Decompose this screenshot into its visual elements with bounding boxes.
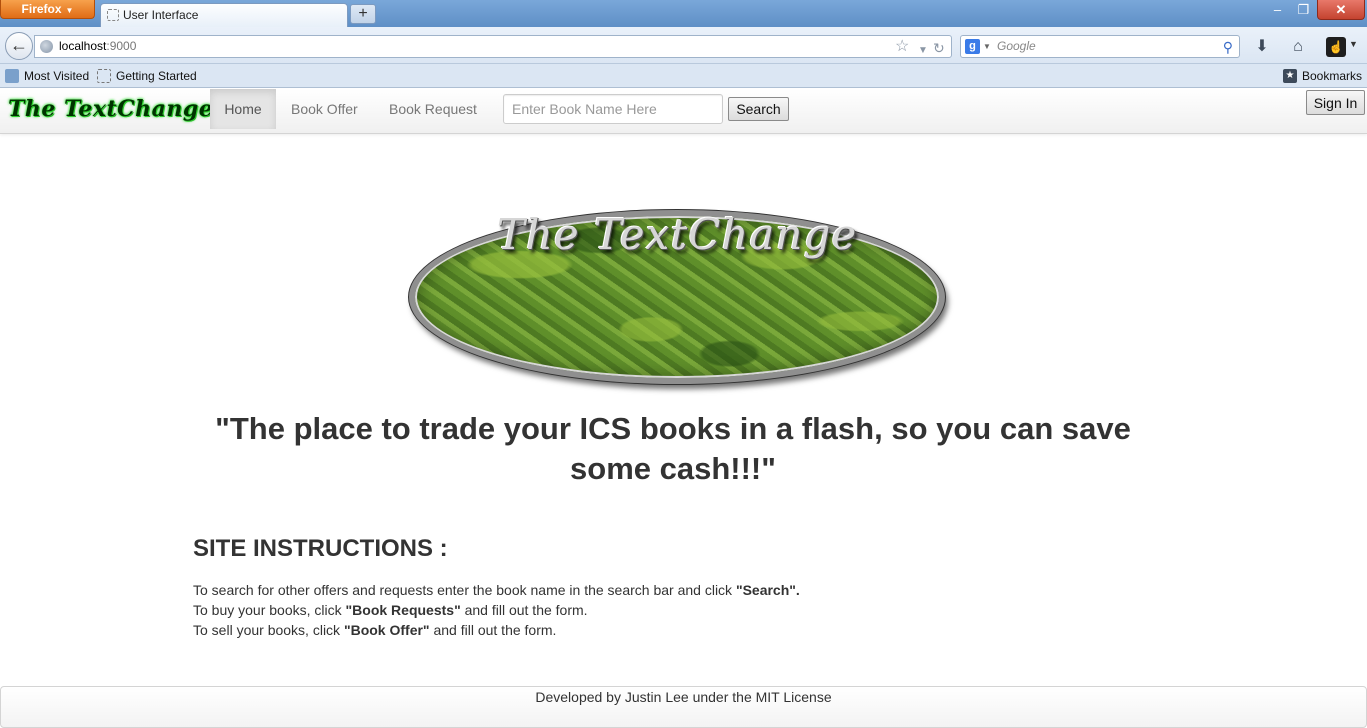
hand-pointer-icon: ☝ bbox=[1326, 37, 1346, 57]
arrow-left-icon: ← bbox=[10, 35, 28, 55]
bookmark-label: Most Visited bbox=[24, 69, 90, 83]
bookmarks-star-icon: ★ bbox=[1283, 69, 1297, 83]
reload-icon[interactable]: ↻ bbox=[933, 38, 945, 59]
instruction-text: To sell your books, click bbox=[193, 622, 344, 638]
back-button[interactable]: ← bbox=[5, 32, 33, 60]
tab-title: User Interface bbox=[123, 8, 199, 22]
download-icon[interactable]: ⬇ bbox=[1250, 36, 1274, 58]
firefox-menu-label: Firefox bbox=[21, 2, 62, 16]
bookmarks-menu-label: Bookmarks bbox=[1302, 69, 1363, 83]
logo-text: The TextChange bbox=[496, 210, 858, 259]
url-host: localhost bbox=[59, 39, 107, 53]
instruction-line: To sell your books, click "Book Offer" a… bbox=[193, 620, 800, 640]
hero-logo: The TextChange bbox=[409, 210, 945, 384]
bookmark-star-icon[interactable]: ☆ bbox=[895, 36, 909, 57]
instruction-line: To buy your books, click "Book Requests"… bbox=[193, 600, 800, 620]
minimize-button[interactable]: – bbox=[1265, 0, 1290, 20]
history-dropdown-icon[interactable]: ▼ bbox=[918, 40, 928, 61]
instruction-text: To buy your books, click bbox=[193, 602, 346, 618]
tab-user-interface[interactable]: User Interface bbox=[100, 3, 348, 27]
google-icon: g bbox=[965, 39, 980, 54]
bookmarks-toolbar: Most Visited Getting Started ★ Bookmarks bbox=[0, 64, 1367, 88]
search-icon[interactable]: ⚲ bbox=[1223, 37, 1233, 58]
instruction-text: and fill out the form. bbox=[429, 622, 557, 638]
instructions-heading: SITE INSTRUCTIONS : bbox=[193, 535, 448, 562]
globe-icon bbox=[40, 40, 53, 53]
page-icon bbox=[97, 69, 111, 83]
plus-icon: + bbox=[358, 5, 368, 22]
search-button[interactable]: Search bbox=[728, 97, 789, 121]
nav-book-request[interactable]: Book Request bbox=[374, 89, 492, 129]
url-bar[interactable]: localhost:9000 ☆ ▼ ↻ bbox=[34, 35, 952, 58]
sign-in-button[interactable]: Sign In bbox=[1306, 90, 1365, 115]
close-window-button[interactable]: ✕ bbox=[1317, 0, 1365, 20]
most-visited-icon bbox=[5, 69, 19, 83]
page-footer: Developed by Justin Lee under the MIT Li… bbox=[0, 686, 1367, 728]
instructions-list: To search for other offers and requests … bbox=[193, 580, 800, 640]
instruction-text: and fill out the form. bbox=[460, 602, 588, 618]
browser-search-placeholder: Google bbox=[997, 39, 1036, 53]
instruction-text: To search for other offers and requests … bbox=[193, 582, 736, 598]
nav-home[interactable]: Home bbox=[210, 89, 276, 129]
new-tab-button[interactable]: + bbox=[350, 4, 376, 24]
browser-search-input[interactable]: g ▼ Google ⚲ bbox=[960, 35, 1240, 58]
close-icon: ✕ bbox=[1335, 2, 1347, 17]
firefox-menu-button[interactable]: Firefox ▼ bbox=[0, 0, 95, 19]
minimize-icon: – bbox=[1273, 2, 1282, 17]
tagline-heading: "The place to trade your ICS books in a … bbox=[215, 411, 1131, 486]
chevron-down-icon: ▼ bbox=[1349, 39, 1358, 49]
engine-dropdown-icon[interactable]: ▼ bbox=[983, 36, 991, 57]
instruction-keyword: "Book Requests" bbox=[345, 602, 461, 618]
browser-titlebar: Firefox ▼ User Interface + – ❐ ✕ bbox=[0, 0, 1367, 27]
bookmarks-menu-button[interactable]: ★ Bookmarks bbox=[1283, 68, 1362, 84]
addon-button[interactable]: ☝ ▼ bbox=[1324, 35, 1360, 59]
bookmark-label: Getting Started bbox=[116, 69, 197, 83]
page-viewport: The TextChange Home Book Offer Book Requ… bbox=[0, 89, 1367, 728]
browser-navbar: ← localhost:9000 ☆ ▼ ↻ g ▼ Google ⚲ ⬇ ⌂ … bbox=[0, 27, 1367, 64]
book-search-input[interactable] bbox=[503, 94, 723, 124]
caret-down-icon: ▼ bbox=[65, 6, 74, 15]
url-port: :9000 bbox=[106, 39, 137, 53]
instruction-keyword: "Book Offer" bbox=[343, 622, 430, 638]
home-icon[interactable]: ⌂ bbox=[1286, 36, 1310, 58]
instruction-keyword: "Search". bbox=[735, 582, 800, 598]
bookmark-getting-started[interactable]: Getting Started bbox=[97, 68, 197, 84]
site-navbar: The TextChange Home Book Offer Book Requ… bbox=[0, 89, 1367, 134]
restore-button[interactable]: ❐ bbox=[1291, 0, 1316, 20]
page-icon bbox=[107, 9, 119, 21]
brand-logo[interactable]: The TextChange bbox=[8, 96, 213, 122]
instruction-line: To search for other offers and requests … bbox=[193, 580, 800, 600]
bookmark-most-visited[interactable]: Most Visited bbox=[5, 68, 89, 84]
restore-icon: ❐ bbox=[1297, 2, 1310, 17]
nav-book-offer[interactable]: Book Offer bbox=[276, 89, 373, 129]
footer-text: Developed by Justin Lee under the MIT Li… bbox=[535, 689, 832, 705]
